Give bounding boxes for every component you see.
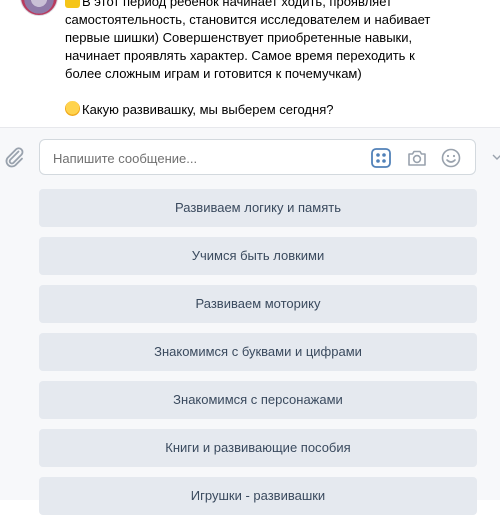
keyboard-button-agility[interactable]: Учимся быть ловкими — [39, 237, 477, 275]
message-line: первые шишки) Совершенствует приобретенн… — [65, 30, 413, 45]
camera-icon[interactable] — [406, 147, 428, 169]
avatar[interactable] — [20, 0, 58, 16]
message-input[interactable] — [53, 149, 343, 167]
smile-icon[interactable] — [440, 147, 462, 169]
message-question: Какую развивашку, мы выберем сегодня? — [65, 101, 485, 119]
keyboard-button-toys[interactable]: Игрушки - развивашки — [39, 477, 477, 515]
keyboard-button-motor[interactable]: Развиваем моторику — [39, 285, 477, 323]
message-input-box[interactable] — [39, 139, 476, 175]
keyboard-button-logic[interactable]: Развиваем логику и память — [39, 189, 477, 227]
message-line: более сложным играм и готовится к почему… — [65, 66, 362, 81]
message-line: начинает проявлять характер. Самое время… — [65, 48, 415, 63]
keyboard-grid-icon[interactable] — [370, 147, 392, 169]
message-line: В этот период ребенок начинает ходить, п… — [65, 0, 485, 11]
winking-face-emoji-icon — [65, 101, 80, 116]
composer: Развиваем логику и память Учимся быть ло… — [0, 128, 500, 515]
raising-hands-emoji-icon — [65, 0, 80, 8]
message-text: В этот период ребенок начинает ходить, п… — [65, 0, 485, 119]
paperclip-icon[interactable] — [2, 145, 26, 169]
keyboard-button-letters[interactable]: Знакомимся с буквами и цифрами — [39, 333, 477, 371]
keyboard-button-characters[interactable]: Знакомимся с персонажами — [39, 381, 477, 419]
message-area: В этот период ребенок начинает ходить, п… — [0, 0, 500, 127]
keyboard-button-books[interactable]: Книги и развивающие пособия — [39, 429, 477, 467]
chevron-down-icon[interactable] — [492, 152, 500, 162]
message-line: самостоятельность, становится исследоват… — [65, 12, 431, 27]
